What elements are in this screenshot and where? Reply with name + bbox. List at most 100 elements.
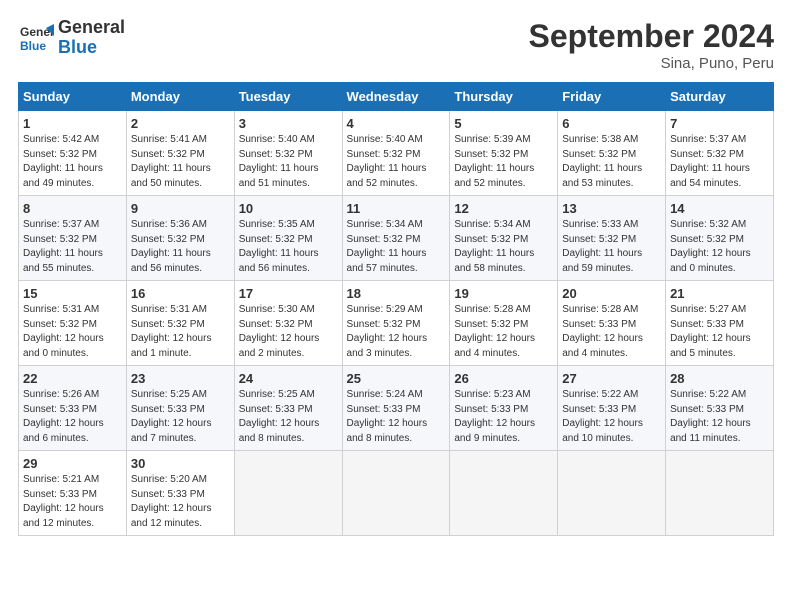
- day-detail: Sunrise: 5:23 AMSunset: 5:33 PMDaylight:…: [454, 389, 535, 444]
- day-detail: Sunrise: 5:39 AMSunset: 5:32 PMDaylight:…: [454, 134, 534, 189]
- day-number: 10: [239, 201, 338, 216]
- calendar-cell: 23 Sunrise: 5:25 AMSunset: 5:33 PMDaylig…: [126, 366, 234, 451]
- calendar-cell: 18 Sunrise: 5:29 AMSunset: 5:32 PMDaylig…: [342, 281, 450, 366]
- day-detail: Sunrise: 5:37 AMSunset: 5:32 PMDaylight:…: [670, 134, 750, 189]
- day-detail: Sunrise: 5:38 AMSunset: 5:32 PMDaylight:…: [562, 134, 642, 189]
- day-number: 16: [131, 286, 230, 301]
- calendar-cell: 22 Sunrise: 5:26 AMSunset: 5:33 PMDaylig…: [19, 366, 127, 451]
- day-number: 8: [23, 201, 122, 216]
- calendar-cell: 28 Sunrise: 5:22 AMSunset: 5:33 PMDaylig…: [666, 366, 774, 451]
- day-number: 22: [23, 371, 122, 386]
- calendar-cell: 11 Sunrise: 5:34 AMSunset: 5:32 PMDaylig…: [342, 196, 450, 281]
- calendar-cell: 16 Sunrise: 5:31 AMSunset: 5:32 PMDaylig…: [126, 281, 234, 366]
- calendar-cell: 3 Sunrise: 5:40 AMSunset: 5:32 PMDayligh…: [234, 111, 342, 196]
- calendar-page: General Blue General Blue September 2024…: [0, 0, 792, 612]
- day-number: 27: [562, 371, 661, 386]
- calendar-cell: 13 Sunrise: 5:33 AMSunset: 5:32 PMDaylig…: [558, 196, 666, 281]
- month-title: September 2024: [529, 18, 774, 55]
- svg-text:Blue: Blue: [20, 39, 46, 53]
- day-number: 1: [23, 116, 122, 131]
- day-detail: Sunrise: 5:26 AMSunset: 5:33 PMDaylight:…: [23, 389, 104, 444]
- col-friday: Friday: [558, 83, 666, 111]
- day-detail: Sunrise: 5:42 AMSunset: 5:32 PMDaylight:…: [23, 134, 103, 189]
- calendar-week-2: 15 Sunrise: 5:31 AMSunset: 5:32 PMDaylig…: [19, 281, 774, 366]
- day-number: 26: [454, 371, 553, 386]
- calendar-cell: 14 Sunrise: 5:32 AMSunset: 5:32 PMDaylig…: [666, 196, 774, 281]
- day-detail: Sunrise: 5:20 AMSunset: 5:33 PMDaylight:…: [131, 474, 212, 529]
- day-number: 3: [239, 116, 338, 131]
- calendar-cell: 7 Sunrise: 5:37 AMSunset: 5:32 PMDayligh…: [666, 111, 774, 196]
- calendar-week-4: 29 Sunrise: 5:21 AMSunset: 5:33 PMDaylig…: [19, 451, 774, 536]
- col-saturday: Saturday: [666, 83, 774, 111]
- logo-text-general: General: [58, 18, 125, 38]
- calendar-cell: [666, 451, 774, 536]
- day-detail: Sunrise: 5:31 AMSunset: 5:32 PMDaylight:…: [23, 304, 104, 359]
- day-detail: Sunrise: 5:40 AMSunset: 5:32 PMDaylight:…: [239, 134, 319, 189]
- day-number: 29: [23, 456, 122, 471]
- day-number: 18: [347, 286, 446, 301]
- calendar-cell: 12 Sunrise: 5:34 AMSunset: 5:32 PMDaylig…: [450, 196, 558, 281]
- day-detail: Sunrise: 5:22 AMSunset: 5:33 PMDaylight:…: [562, 389, 643, 444]
- day-number: 11: [347, 201, 446, 216]
- day-number: 25: [347, 371, 446, 386]
- day-number: 15: [23, 286, 122, 301]
- day-detail: Sunrise: 5:33 AMSunset: 5:32 PMDaylight:…: [562, 219, 642, 274]
- day-detail: Sunrise: 5:21 AMSunset: 5:33 PMDaylight:…: [23, 474, 104, 529]
- day-number: 14: [670, 201, 769, 216]
- day-number: 20: [562, 286, 661, 301]
- day-number: 9: [131, 201, 230, 216]
- calendar-cell: [342, 451, 450, 536]
- calendar-cell: 15 Sunrise: 5:31 AMSunset: 5:32 PMDaylig…: [19, 281, 127, 366]
- calendar-cell: 10 Sunrise: 5:35 AMSunset: 5:32 PMDaylig…: [234, 196, 342, 281]
- day-number: 4: [347, 116, 446, 131]
- day-number: 6: [562, 116, 661, 131]
- day-number: 17: [239, 286, 338, 301]
- day-detail: Sunrise: 5:22 AMSunset: 5:33 PMDaylight:…: [670, 389, 751, 444]
- day-detail: Sunrise: 5:28 AMSunset: 5:33 PMDaylight:…: [562, 304, 643, 359]
- calendar-cell: 17 Sunrise: 5:30 AMSunset: 5:32 PMDaylig…: [234, 281, 342, 366]
- day-detail: Sunrise: 5:29 AMSunset: 5:32 PMDaylight:…: [347, 304, 428, 359]
- day-detail: Sunrise: 5:28 AMSunset: 5:32 PMDaylight:…: [454, 304, 535, 359]
- day-detail: Sunrise: 5:34 AMSunset: 5:32 PMDaylight:…: [454, 219, 534, 274]
- calendar-cell: 5 Sunrise: 5:39 AMSunset: 5:32 PMDayligh…: [450, 111, 558, 196]
- day-number: 23: [131, 371, 230, 386]
- calendar-week-1: 8 Sunrise: 5:37 AMSunset: 5:32 PMDayligh…: [19, 196, 774, 281]
- day-detail: Sunrise: 5:32 AMSunset: 5:32 PMDaylight:…: [670, 219, 751, 274]
- logo-icon: General Blue: [18, 20, 54, 56]
- calendar-cell: 8 Sunrise: 5:37 AMSunset: 5:32 PMDayligh…: [19, 196, 127, 281]
- calendar-cell: 4 Sunrise: 5:40 AMSunset: 5:32 PMDayligh…: [342, 111, 450, 196]
- calendar-cell: 21 Sunrise: 5:27 AMSunset: 5:33 PMDaylig…: [666, 281, 774, 366]
- logo: General Blue General Blue: [18, 18, 125, 58]
- calendar-cell: [234, 451, 342, 536]
- day-number: 5: [454, 116, 553, 131]
- calendar-week-0: 1 Sunrise: 5:42 AMSunset: 5:32 PMDayligh…: [19, 111, 774, 196]
- header-row-days: Sunday Monday Tuesday Wednesday Thursday…: [19, 83, 774, 111]
- header-row: General Blue General Blue September 2024…: [18, 18, 774, 72]
- day-number: 28: [670, 371, 769, 386]
- day-detail: Sunrise: 5:24 AMSunset: 5:33 PMDaylight:…: [347, 389, 428, 444]
- col-wednesday: Wednesday: [342, 83, 450, 111]
- day-number: 12: [454, 201, 553, 216]
- col-thursday: Thursday: [450, 83, 558, 111]
- day-detail: Sunrise: 5:27 AMSunset: 5:33 PMDaylight:…: [670, 304, 751, 359]
- day-detail: Sunrise: 5:37 AMSunset: 5:32 PMDaylight:…: [23, 219, 103, 274]
- calendar-cell: 25 Sunrise: 5:24 AMSunset: 5:33 PMDaylig…: [342, 366, 450, 451]
- day-number: 2: [131, 116, 230, 131]
- logo-text-blue: Blue: [58, 38, 125, 58]
- calendar-cell: [450, 451, 558, 536]
- day-number: 21: [670, 286, 769, 301]
- calendar-cell: 6 Sunrise: 5:38 AMSunset: 5:32 PMDayligh…: [558, 111, 666, 196]
- col-monday: Monday: [126, 83, 234, 111]
- day-detail: Sunrise: 5:41 AMSunset: 5:32 PMDaylight:…: [131, 134, 211, 189]
- calendar-table: Sunday Monday Tuesday Wednesday Thursday…: [18, 82, 774, 536]
- calendar-cell: 1 Sunrise: 5:42 AMSunset: 5:32 PMDayligh…: [19, 111, 127, 196]
- day-number: 7: [670, 116, 769, 131]
- day-number: 24: [239, 371, 338, 386]
- col-sunday: Sunday: [19, 83, 127, 111]
- day-detail: Sunrise: 5:25 AMSunset: 5:33 PMDaylight:…: [131, 389, 212, 444]
- calendar-week-3: 22 Sunrise: 5:26 AMSunset: 5:33 PMDaylig…: [19, 366, 774, 451]
- calendar-cell: 9 Sunrise: 5:36 AMSunset: 5:32 PMDayligh…: [126, 196, 234, 281]
- day-number: 13: [562, 201, 661, 216]
- calendar-cell: 19 Sunrise: 5:28 AMSunset: 5:32 PMDaylig…: [450, 281, 558, 366]
- day-number: 19: [454, 286, 553, 301]
